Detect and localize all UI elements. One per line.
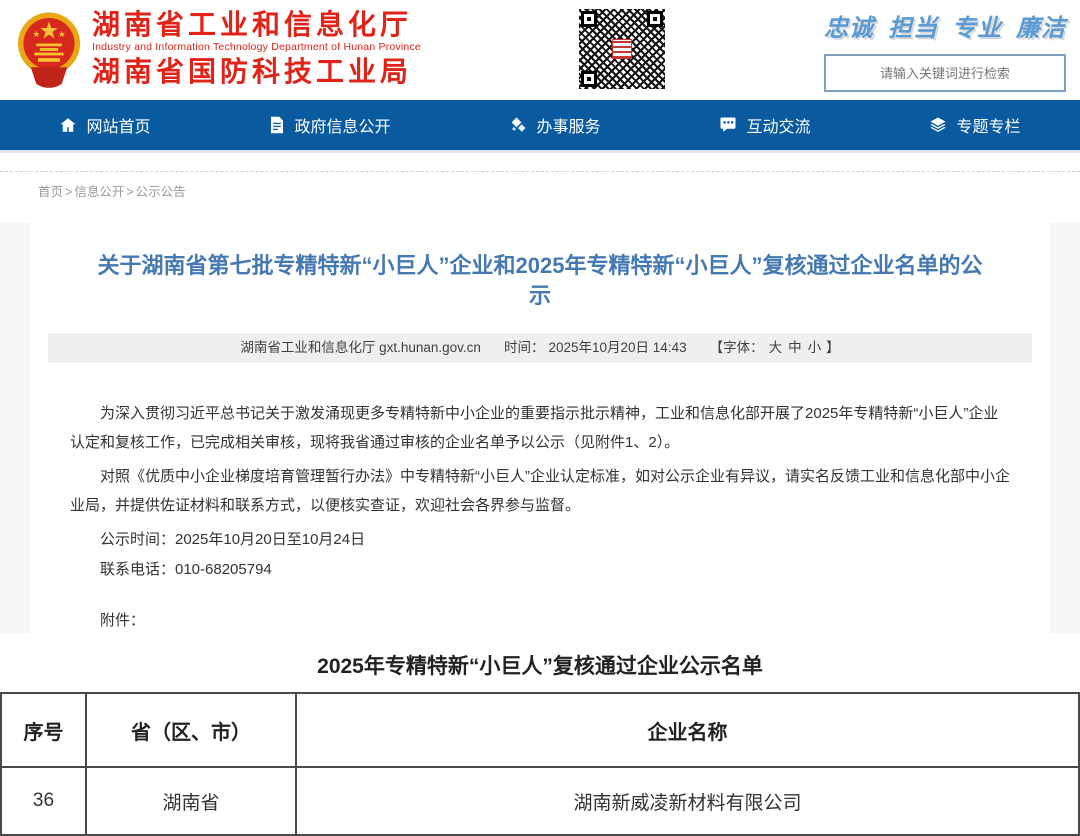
attachments-label: 附件： (70, 607, 1010, 633)
main-nav: 网站首页 政府信息公开 办事服务 互动交流 专题专栏 (0, 100, 1080, 153)
attachments: 附件： 1.第七批专精特新“小巨人”企业公示名单 2.2025年专精特新“小巨人… (70, 607, 1010, 633)
search-input[interactable] (826, 55, 1064, 91)
article-card: 关于湖南省第七批专精特新“小巨人”企业和2025年专精特新“小巨人”复核通过企业… (30, 223, 1050, 633)
chat-icon (719, 116, 737, 134)
layers-icon (929, 116, 947, 134)
header-province: 省（区、市） (86, 693, 296, 767)
slogan: 忠诚 担当 专业 廉洁 (824, 8, 1066, 43)
breadcrumb-info[interactable]: 信息公开 (74, 185, 124, 199)
home-icon (59, 116, 77, 134)
table-row: 36 湖南省 湖南新威凌新材料有限公司 (1, 767, 1079, 835)
site-titles: 湖南省工业和信息化厅 Industry and Information Tech… (92, 7, 421, 88)
search-box (824, 54, 1066, 92)
qr-center-logo-icon (612, 39, 632, 59)
nav-item-services[interactable]: 办事服务 (501, 113, 608, 137)
qr-finder-icon (581, 11, 597, 27)
nav-item-gov-info[interactable]: 政府信息公开 (261, 113, 398, 137)
table-title: 2025年专精特新“小巨人”复核通过企业公示名单 (0, 633, 1080, 692)
nav-label: 政府信息公开 (294, 113, 390, 137)
qr-finder-icon (581, 71, 597, 87)
site-logo[interactable]: 湖南省工业和信息化厅 Industry and Information Tech… (16, 7, 421, 96)
paragraph: 对照《优质中小企业梯度培育管理暂行办法》中专精特新“小巨人”企业认定标准，如对公… (70, 462, 1010, 520)
qr-finder-icon (647, 11, 663, 27)
publish-time: 2025年10月20日 14:43 (548, 340, 686, 355)
font-size-medium[interactable]: 中 (788, 340, 802, 355)
contact-phone: 联系电话：010-68205794 (70, 555, 1010, 585)
header-company: 企业名称 (296, 693, 1079, 767)
slogan-word: 忠诚 (824, 8, 874, 43)
breadcrumb-separator: > (65, 185, 72, 199)
cell-serial: 36 (1, 767, 86, 835)
slogan-word: 廉洁 (1016, 8, 1066, 43)
font-size-small[interactable]: 小 (808, 340, 822, 355)
org-name-cn: 湖南省工业和信息化厅 (92, 9, 421, 41)
org-name-cn2: 湖南省国防科技工业局 (92, 56, 421, 88)
document-icon (269, 116, 285, 134)
slogan-word: 担当 (888, 8, 938, 43)
breadcrumb-zone: 首页>信息公开>公示公告 (0, 171, 1080, 223)
nav-label: 网站首页 (86, 113, 150, 137)
time-label: 时间： (504, 340, 545, 355)
national-emblem-icon (16, 7, 82, 96)
breadcrumb: 首页>信息公开>公示公告 (0, 172, 1080, 200)
table-section: 2025年专精特新“小巨人”复核通过企业公示名单 序号 省（区、市） 企业名称 … (0, 633, 1080, 836)
breadcrumb-separator: > (126, 185, 133, 199)
header-right: 忠诚 担当 专业 廉洁 (824, 8, 1066, 92)
article-body: 为深入贯彻习近平总书记关于激发涌现更多专精特新中小企业的重要指示批示精神，工业和… (48, 363, 1032, 633)
table-header-row: 序号 省（区、市） 企业名称 (1, 693, 1079, 767)
header-serial: 序号 (1, 693, 86, 767)
gem-icon (509, 116, 527, 134)
article-band: 关于湖南省第七批专精特新“小巨人”企业和2025年专精特新“小巨人”复核通过企业… (0, 223, 1080, 633)
article-source: 湖南省工业和信息化厅 gxt.hunan.gov.cn (240, 340, 481, 355)
font-size-large[interactable]: 大 (769, 340, 783, 355)
org-name-en: Industry and Information Technology Depa… (92, 41, 421, 54)
nav-label: 互动交流 (746, 113, 810, 137)
enterprise-table: 序号 省（区、市） 企业名称 36 湖南省 湖南新威凌新材料有限公司 (0, 692, 1080, 836)
nav-item-home[interactable]: 网站首页 (51, 113, 158, 137)
cell-province: 湖南省 (86, 767, 296, 835)
site-header: 湖南省工业和信息化厅 Industry and Information Tech… (0, 0, 1080, 100)
nav-item-special-topics[interactable]: 专题专栏 (921, 113, 1028, 137)
nav-label: 专题专栏 (956, 113, 1020, 137)
breadcrumb-notice[interactable]: 公示公告 (136, 185, 186, 199)
nav-label: 办事服务 (536, 113, 600, 137)
font-size-prefix: 【字体： (710, 340, 764, 355)
font-size-suffix: 】 (826, 340, 840, 355)
article-title: 关于湖南省第七批专精特新“小巨人”企业和2025年专精特新“小巨人”复核通过企业… (48, 223, 1032, 333)
slogan-word: 专业 (952, 8, 1002, 43)
paragraph: 为深入贯彻习近平总书记关于激发涌现更多专精特新中小企业的重要指示批示精神，工业和… (70, 399, 1010, 457)
article-meta: 湖南省工业和信息化厅 gxt.hunan.gov.cn 时间：2025年10月2… (48, 333, 1032, 363)
cell-company: 湖南新威凌新材料有限公司 (296, 767, 1079, 835)
nav-item-interaction[interactable]: 互动交流 (711, 113, 818, 137)
publicity-period: 公示时间：2025年10月20日至10月24日 (70, 525, 1010, 555)
qr-code (579, 9, 665, 89)
breadcrumb-home[interactable]: 首页 (38, 185, 63, 199)
